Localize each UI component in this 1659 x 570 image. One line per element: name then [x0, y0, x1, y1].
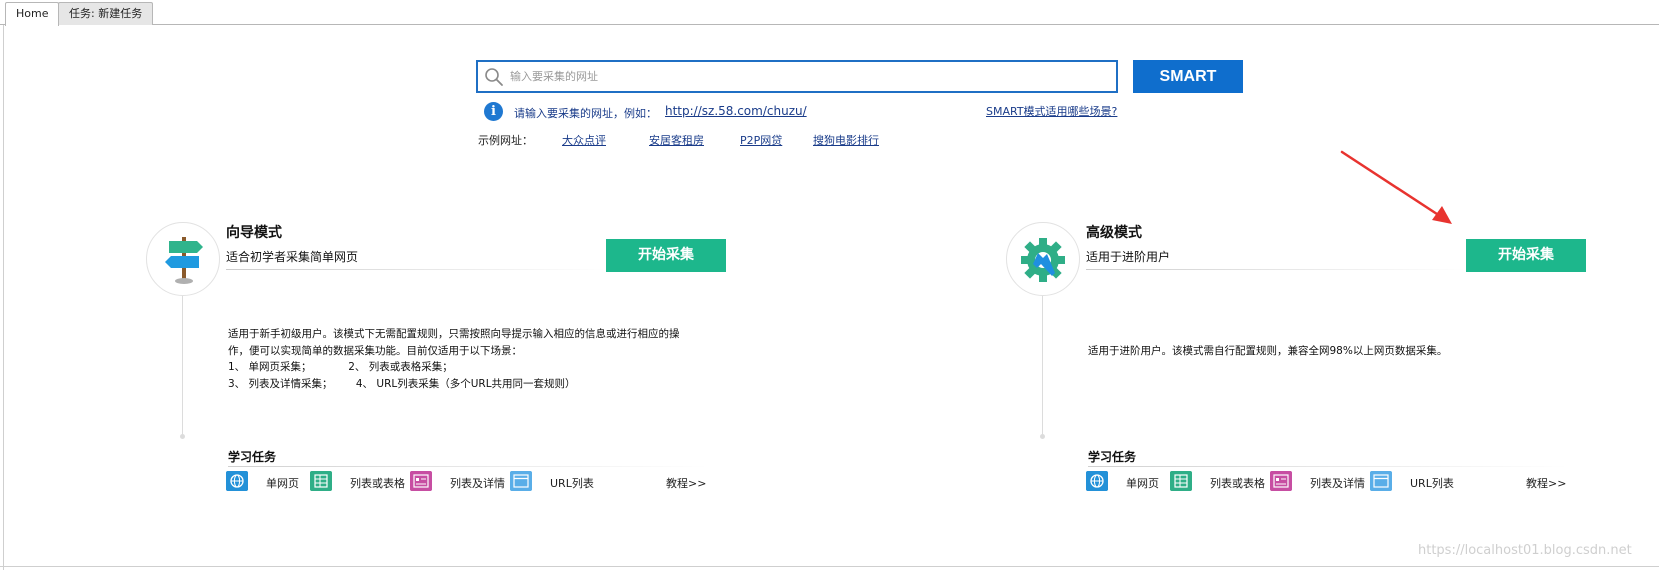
task-label: 列表及详情	[1310, 477, 1365, 490]
example-link-dianping[interactable]: 大众点评	[562, 132, 606, 148]
wizard-start-button[interactable]: 开始采集	[606, 239, 726, 272]
wizard-mode-divider	[226, 269, 606, 270]
signpost-icon	[165, 237, 203, 284]
window-left-border	[0, 25, 4, 570]
advanced-mode-icon-circle	[1006, 222, 1080, 296]
advanced-timeline-line	[1042, 296, 1043, 436]
wizard-mode-panel: 向导模式 适合初学者采集简单网页 开始采集 适用于新手初级用户。该模式下无需配置…	[146, 222, 726, 491]
wizard-mode-title: 向导模式	[226, 225, 282, 241]
example-link-anjuke[interactable]: 安居客租房	[649, 132, 704, 148]
task-label: 列表或表格	[1210, 477, 1265, 490]
task-label: 单网页	[266, 477, 299, 490]
browser-window-icon	[1370, 471, 1392, 491]
globe-icon	[226, 471, 248, 491]
wizard-learn-divider	[228, 466, 708, 467]
url-hint: 请输入要采集的网址，例如：	[514, 107, 657, 120]
examples-label: 示例网址：	[478, 134, 533, 147]
watermark: https://localhost01.blog.csdn.net	[1418, 543, 1632, 558]
desc-line: 适用于新手初级用户。该模式下无需配置规则，只需按照向导提示输入相应的信息或进行相…	[228, 328, 680, 340]
advanced-mode-divider	[1086, 269, 1466, 270]
tab-new-task[interactable]: 任务: 新建任务	[58, 2, 154, 25]
task-label: URL列表	[550, 477, 594, 490]
wizard-mode-description: 适用于新手初级用户。该模式下无需配置规则，只需按照向导提示输入相应的信息或进行相…	[228, 326, 708, 392]
advanced-mode-description: 适用于进阶用户。该模式需自行配置规则，兼容全网98%以上网页数据采集。	[1088, 343, 1568, 360]
gear-wrench-icon	[1021, 238, 1065, 282]
desc-line: 适用于进阶用户。该模式需自行配置规则，兼容全网98%以上网页数据采集。	[1088, 345, 1448, 357]
tab-bar: Home 任务: 新建任务	[0, 0, 1659, 26]
advanced-mode-subtitle: 适用于进阶用户	[1086, 250, 1171, 264]
task-label: 列表或表格	[350, 477, 405, 490]
wizard-mode-icon-circle	[146, 222, 220, 296]
table-icon	[310, 471, 332, 491]
desc-line: 3、 列表及详情采集； 4、 URL列表采集（多个URL共用同一套规则）	[228, 377, 576, 390]
example-link-p2p[interactable]: P2P网贷	[740, 132, 782, 148]
smart-button[interactable]: SMART	[1133, 60, 1243, 93]
annotation-arrow-icon	[1340, 150, 1452, 224]
hint-example-link[interactable]: http://sz.58.com/chuzu/	[665, 104, 807, 118]
search-icon	[485, 68, 503, 86]
wizard-mode-subtitle: 适合初学者采集简单网页	[226, 250, 359, 264]
list-detail-icon	[410, 471, 432, 491]
tab-home[interactable]: Home	[5, 2, 60, 26]
url-input[interactable]	[510, 62, 1110, 91]
wizard-learn-title: 学习任务	[228, 450, 277, 464]
globe-icon	[1086, 471, 1108, 491]
wizard-timeline-dot	[180, 434, 185, 439]
advanced-learn-divider	[1088, 466, 1568, 467]
info-icon: i	[484, 102, 503, 121]
task-label: URL列表	[1410, 477, 1454, 490]
desc-line: 作，便可以实现简单的数据采集功能。目前仅适用于以下场景：	[228, 344, 522, 357]
advanced-timeline-dot	[1040, 434, 1045, 439]
advanced-mode-panel: 高级模式 适用于进阶用户 开始采集 适用于进阶用户。该模式需自行配置规则，兼容全…	[1006, 222, 1586, 491]
advanced-mode-title: 高级模式	[1086, 225, 1142, 241]
table-icon	[1170, 471, 1192, 491]
advanced-tutorial-link[interactable]: 教程>>	[1526, 475, 1566, 491]
task-label: 列表及详情	[450, 477, 505, 490]
browser-window-icon	[510, 471, 532, 491]
example-link-sogou-movie[interactable]: 搜狗电影排行	[813, 132, 879, 148]
advanced-learn-title: 学习任务	[1088, 450, 1137, 464]
window-bottom-border	[0, 566, 1659, 567]
desc-line: 1、 单网页采集； 2、 列表或表格采集；	[228, 361, 453, 373]
advanced-start-button[interactable]: 开始采集	[1466, 239, 1586, 272]
smart-help-link[interactable]: SMART模式适用哪些场景?	[986, 103, 1117, 119]
search-box[interactable]	[476, 60, 1118, 93]
wizard-timeline-line	[182, 296, 183, 436]
wizard-tutorial-link[interactable]: 教程>>	[666, 475, 706, 491]
task-label: 单网页	[1126, 477, 1159, 490]
list-detail-icon	[1270, 471, 1292, 491]
